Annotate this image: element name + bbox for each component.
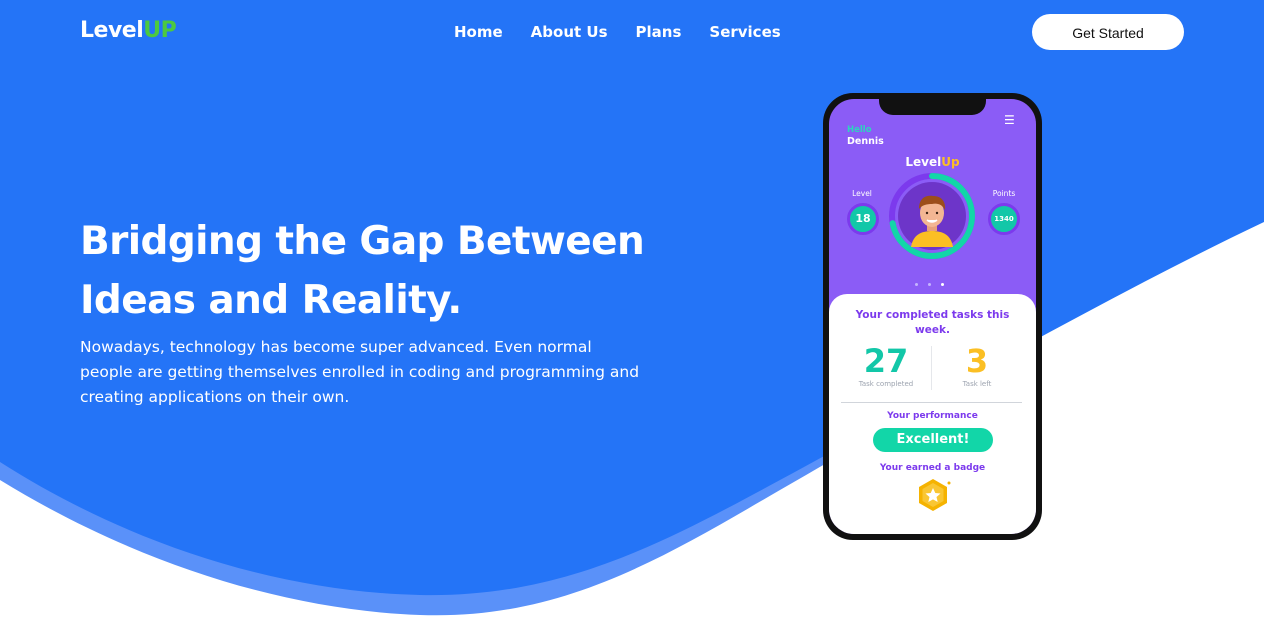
points-value: 1340	[988, 203, 1020, 235]
avatar	[887, 171, 977, 261]
section-divider	[841, 402, 1022, 403]
get-started-button[interactable]: Get Started	[1032, 14, 1184, 50]
tasks-card-title: Your completed tasks this week.	[855, 309, 1010, 336]
nav-link-about-us[interactable]: About Us	[531, 22, 608, 42]
stats-divider	[931, 346, 932, 390]
badge-title: Your earned a badge	[879, 463, 986, 473]
nav-link-plans[interactable]: Plans	[636, 22, 682, 42]
nav-link-home[interactable]: Home	[454, 22, 503, 42]
brand-logo[interactable]: LevelUP	[80, 17, 177, 45]
logo-text-part2: UP	[143, 18, 177, 43]
hero-title-line2: Ideas and Reality.	[80, 278, 462, 323]
hero-description: Nowadays, technology has become super ad…	[80, 338, 640, 406]
hamburger-icon[interactable]: ☰	[1004, 114, 1015, 126]
tasks-left-caption: Task left	[962, 380, 992, 388]
logo-text-part1: Level	[80, 18, 144, 43]
nav-links: Home About Us Plans Services	[454, 22, 781, 42]
carousel-dot[interactable]	[915, 283, 918, 286]
performance-badge: Excellent!	[873, 428, 993, 452]
points-label: Points	[992, 189, 1016, 198]
greeting-label: Hello	[847, 125, 872, 135]
tasks-left-value: 3	[965, 342, 989, 380]
nav-link-services[interactable]: Services	[709, 22, 780, 42]
level-label: Level	[852, 189, 872, 198]
phone-mockup: ☰ Hello Dennis LevelUp Level 18 Points 1…	[823, 93, 1042, 540]
tasks-completed-value: 27	[863, 342, 909, 380]
app-logo-part2: Up	[941, 155, 960, 169]
level-value: 18	[847, 203, 879, 235]
landing-page: LevelUP Home About Us Plans Services Get…	[0, 0, 1264, 628]
app-logo-part1: Level	[905, 155, 942, 169]
tasks-completed-caption: Task completed	[858, 380, 914, 388]
top-navigation: LevelUP Home About Us Plans Services Get…	[0, 0, 1264, 64]
hero-title-line1: Bridging the Gap Between	[80, 219, 645, 264]
user-name: Dennis	[847, 136, 884, 147]
avatar-progress-ring	[889, 173, 975, 259]
hero-title: Bridging the Gap Between Ideas and Reali…	[80, 212, 680, 330]
app-logo: LevelUp	[829, 154, 1036, 170]
carousel-dot[interactable]	[928, 283, 931, 286]
carousel-dot-active[interactable]	[941, 283, 944, 286]
performance-title: Your performance	[887, 411, 978, 421]
phone-screen: ☰ Hello Dennis LevelUp Level 18 Points 1…	[829, 99, 1036, 534]
carousel-dots	[915, 283, 944, 286]
tasks-card: Your completed tasks this week. 27 Task …	[829, 294, 1036, 534]
phone-notch	[879, 99, 986, 115]
star-badge-icon	[919, 479, 951, 511]
